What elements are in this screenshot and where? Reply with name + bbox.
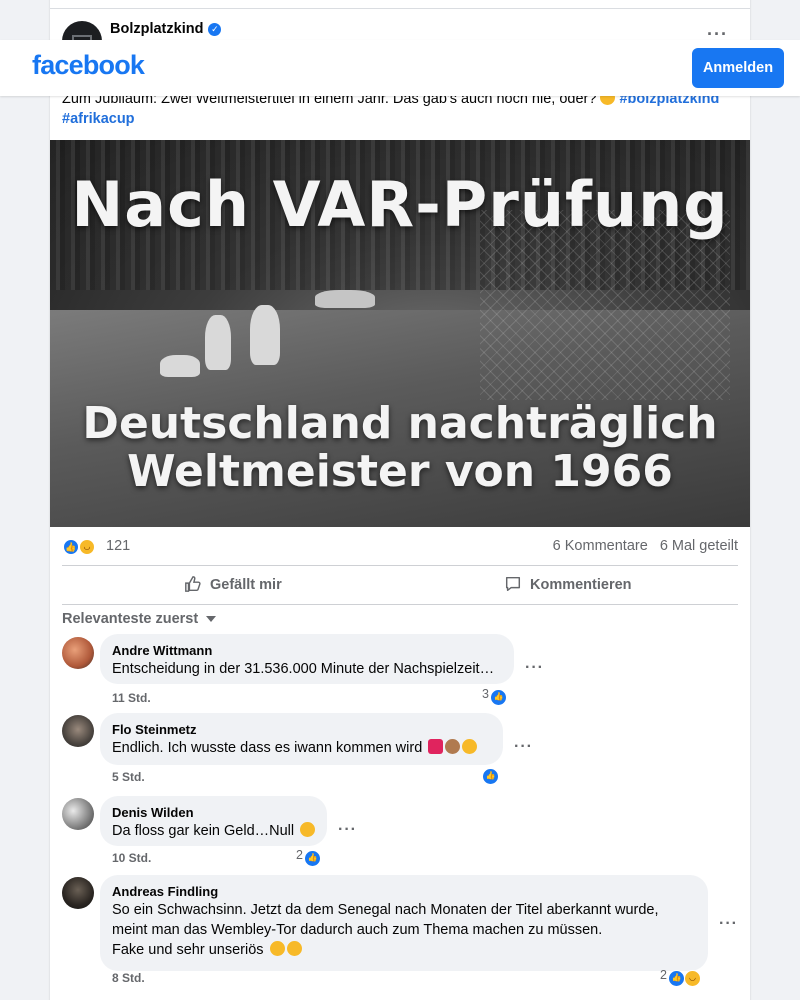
comment-icon <box>505 576 521 592</box>
image-title: Nach VAR-Prüfung <box>71 168 729 241</box>
comment-button[interactable]: Kommentieren <box>504 566 800 604</box>
comment-reaction-count: 2 <box>296 848 303 862</box>
post-stats: 👍 ◡ 121 6 Kommentare 6 Mal geteilt <box>62 535 738 559</box>
comment-text-line: So ein Schwachsinn. Jetzt da dem Senegal… <box>112 902 659 918</box>
avatar[interactable] <box>62 877 94 909</box>
post-card: Bolzplatzkind ✓ ··· Zum Jubiläum: Zwei We… <box>50 0 750 1000</box>
like-reaction-icon: 👍 <box>482 768 499 785</box>
comment-reactions[interactable]: 3 👍 <box>482 687 522 706</box>
comment-author[interactable]: Andreas Findling <box>112 883 696 900</box>
comment-bubble: Andre Wittmann Entscheidung in der 31.53… <box>100 634 514 684</box>
muscle-emoji-icon <box>445 739 461 754</box>
comment-sort-dropdown[interactable]: Relevanteste zuerst <box>62 611 217 627</box>
comment-bubble: Flo Steinmetz Endlich. Ich wusste dass e… <box>100 713 503 765</box>
post-author[interactable]: Bolzplatzkind ✓ <box>110 21 222 37</box>
like-reaction-icon: 👍 <box>304 850 321 867</box>
like-button[interactable]: Gefällt mir <box>184 566 282 604</box>
comment-text-content: Endlich. Ich wusste dass es iwann kommen… <box>112 740 427 756</box>
comment-reaction-count: 3 <box>482 687 489 701</box>
image-subtitle: Weltmeister von 1966 <box>127 446 673 497</box>
comment-text-content: Fake und sehr unseriös <box>112 942 268 958</box>
smirk-emoji-icon <box>269 941 285 956</box>
comment-reactions[interactable]: 2 👍 ◡ <box>660 968 720 987</box>
shares-count[interactable]: 6 Mal geteilt <box>660 538 738 554</box>
avatar[interactable] <box>62 715 94 747</box>
comment-text: Endlich. Ich wusste dass es iwann kommen… <box>112 738 491 758</box>
post-image[interactable]: Nach VAR-Prüfung Deutschland nachträglic… <box>50 140 750 527</box>
chevron-down-icon <box>206 616 217 622</box>
comment-time[interactable]: 5 Std. <box>112 770 145 784</box>
comment-bubble: Andreas Findling So ein Schwachsinn. Jet… <box>100 875 708 971</box>
comment-more-icon[interactable]: ··· <box>719 915 738 933</box>
avatar[interactable] <box>62 637 94 669</box>
top-navigation-bar: facebook Anmelden <box>0 40 800 96</box>
comment-more-icon[interactable]: ··· <box>525 659 544 677</box>
sort-label: Relevanteste zuerst <box>62 611 199 627</box>
author-name[interactable]: Bolzplatzkind <box>110 21 203 37</box>
haha-reaction-icon[interactable]: ◡ <box>78 538 96 556</box>
cold-sweat-emoji-icon <box>300 822 316 837</box>
wink-emoji-icon <box>286 941 302 956</box>
comment-reaction-count: 2 <box>660 968 667 982</box>
facebook-logo[interactable]: facebook <box>32 50 145 81</box>
comment-reactions[interactable]: 👍 <box>482 766 512 785</box>
comment-time[interactable]: 11 Std. <box>112 691 151 705</box>
comment-author[interactable]: Flo Steinmetz <box>112 721 491 738</box>
comment-time[interactable]: 8 Std. <box>112 971 145 985</box>
verified-badge-icon: ✓ <box>208 23 222 36</box>
like-label: Gefällt mir <box>210 577 282 593</box>
like-reaction-icon: 👍 <box>490 689 507 706</box>
comment-more-icon[interactable]: ··· <box>514 738 533 756</box>
image-subtitle: Deutschland nachträglich <box>82 398 718 449</box>
comment-author[interactable]: Andre Wittmann <box>112 642 502 659</box>
comment-text-line: meint man das Wembley-Tor dadurch auch z… <box>112 922 603 938</box>
comment-bubble: Denis Wilden Da floss gar kein Geld…Null <box>100 796 327 846</box>
haha-reaction-icon: ◡ <box>684 970 701 987</box>
comment-text-content: Da floss gar kein Geld…Null <box>112 823 299 839</box>
comment-time[interactable]: 10 Std. <box>112 851 151 865</box>
comment-text: Da floss gar kein Geld…Null <box>112 821 316 841</box>
comment-text: Entscheidung in der 31.536.000 Minute de… <box>112 661 495 677</box>
thumbs-up-icon <box>185 576 201 592</box>
laughing-emoji-icon <box>462 739 478 754</box>
post-actions: Gefällt mir Kommentieren <box>62 565 738 605</box>
comment-text-line: Fake und sehr unseriös <box>112 940 696 960</box>
comments-count[interactable]: 6 Kommentare <box>553 538 648 554</box>
reaction-count[interactable]: 121 <box>106 538 130 554</box>
comment-more-icon[interactable]: ··· <box>338 821 357 839</box>
heart-emoji-icon <box>428 739 444 754</box>
like-reaction-icon: 👍 <box>668 970 685 987</box>
avatar[interactable] <box>62 798 94 830</box>
divider <box>50 8 750 9</box>
hashtag-link[interactable]: #afrikacup <box>62 111 135 127</box>
comment-author[interactable]: Denis Wilden <box>112 804 315 821</box>
comment-label: Kommentieren <box>530 577 632 593</box>
comment-reactions[interactable]: 2 👍 <box>296 848 336 867</box>
login-button[interactable]: Anmelden <box>692 48 784 88</box>
